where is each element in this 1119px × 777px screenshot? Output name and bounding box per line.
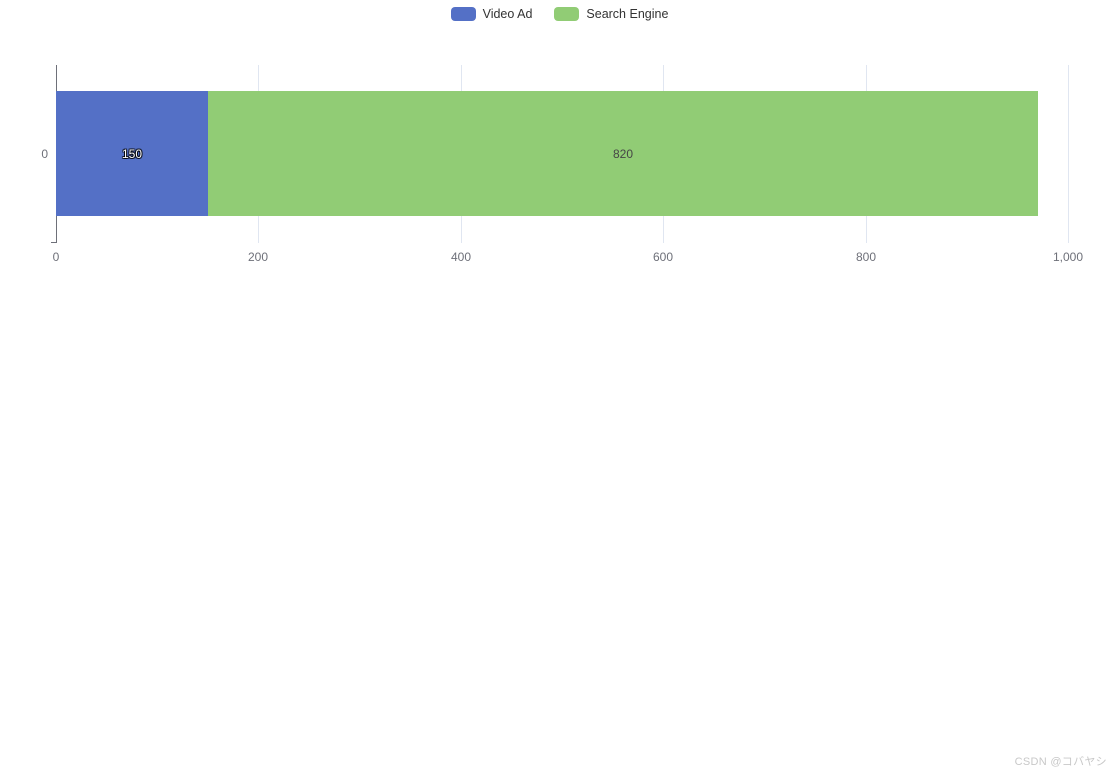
x-axis-tick-label: 200 bbox=[247, 250, 269, 264]
bar-value-label: 150 bbox=[121, 146, 143, 161]
x-axis-tick-label: 400 bbox=[450, 250, 472, 264]
x-axis-tick-label: 0 bbox=[52, 250, 60, 264]
x-axis-tick-label: 600 bbox=[652, 250, 674, 264]
x-axis-tick-label: 800 bbox=[855, 250, 877, 264]
bar-value-label: 820 bbox=[612, 146, 634, 161]
watermark-text: CSDN @コバヤシ bbox=[1014, 756, 1107, 768]
y-axis-tick bbox=[51, 242, 56, 243]
y-axis-category-label: 0 bbox=[41, 147, 48, 161]
gridline bbox=[1068, 65, 1069, 243]
stacked-bar-chart: 0 0 200 400 600 800 1,000 150 820 bbox=[0, 0, 1119, 777]
bar-segment[interactable]: 820 bbox=[208, 91, 1038, 216]
bar-segment[interactable]: 150 bbox=[56, 91, 208, 216]
x-axis-tick-label: 1,000 bbox=[1052, 250, 1084, 264]
